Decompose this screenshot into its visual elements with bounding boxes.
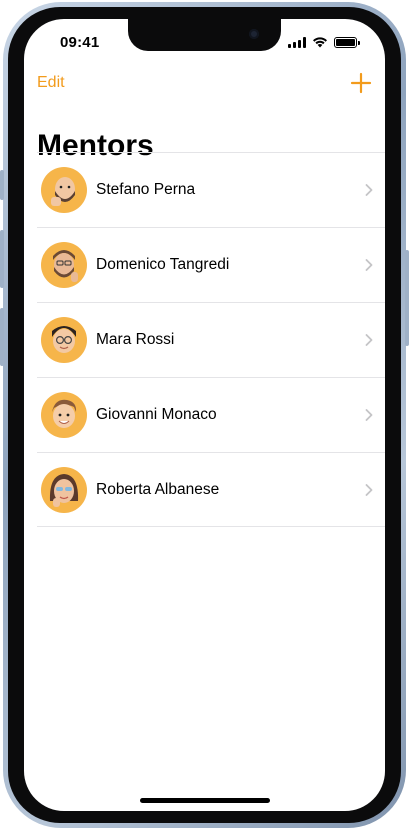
- cellular-signal-icon: [288, 36, 306, 48]
- mentor-name: Mara Rossi: [96, 331, 175, 348]
- mentor-list: Stefano Perna Domenico Tangredi Mara Ros…: [37, 152, 385, 527]
- avatar: [41, 392, 87, 438]
- volume-up-button: [0, 230, 4, 288]
- status-time: 09:41: [60, 34, 100, 51]
- power-button: [405, 250, 409, 346]
- volume-down-button: [0, 308, 4, 366]
- edit-button[interactable]: Edit: [37, 74, 65, 92]
- list-item[interactable]: Domenico Tangredi: [37, 227, 385, 302]
- mentor-name: Giovanni Monaco: [96, 406, 217, 423]
- avatar: [41, 467, 87, 513]
- notch: [128, 19, 281, 51]
- memoji-avatar-icon: [52, 326, 76, 353]
- chevron-right-icon: [365, 259, 373, 271]
- screen: 09:41 Edit Mentors Stefano Perna Domenic…: [24, 19, 385, 811]
- chevron-right-icon: [365, 334, 373, 346]
- status-icons: [288, 36, 360, 48]
- chevron-right-icon: [365, 484, 373, 496]
- list-item[interactable]: Roberta Albanese: [37, 452, 385, 527]
- home-indicator[interactable]: [140, 798, 270, 803]
- action-button: [0, 170, 4, 200]
- memoji-avatar-icon: [52, 399, 77, 428]
- memoji-avatar-icon: [49, 474, 79, 507]
- avatar: [41, 242, 87, 288]
- mentor-name: Domenico Tangredi: [96, 256, 230, 273]
- camera-icon: [249, 29, 259, 39]
- battery-icon: [334, 36, 360, 48]
- mentor-name: Roberta Albanese: [96, 481, 220, 498]
- mentor-name: Stefano Perna: [96, 181, 196, 198]
- avatar: [41, 317, 87, 363]
- avatar: [41, 167, 87, 213]
- memoji-avatar-icon: [51, 177, 75, 206]
- chevron-right-icon: [365, 409, 373, 421]
- plus-icon[interactable]: [349, 71, 373, 95]
- list-item[interactable]: Mara Rossi: [37, 302, 385, 377]
- wifi-icon: [313, 37, 327, 48]
- chevron-right-icon: [365, 184, 373, 196]
- list-item[interactable]: Stefano Perna: [37, 152, 385, 227]
- list-item[interactable]: Giovanni Monaco: [37, 377, 385, 452]
- memoji-avatar-icon: [53, 250, 78, 282]
